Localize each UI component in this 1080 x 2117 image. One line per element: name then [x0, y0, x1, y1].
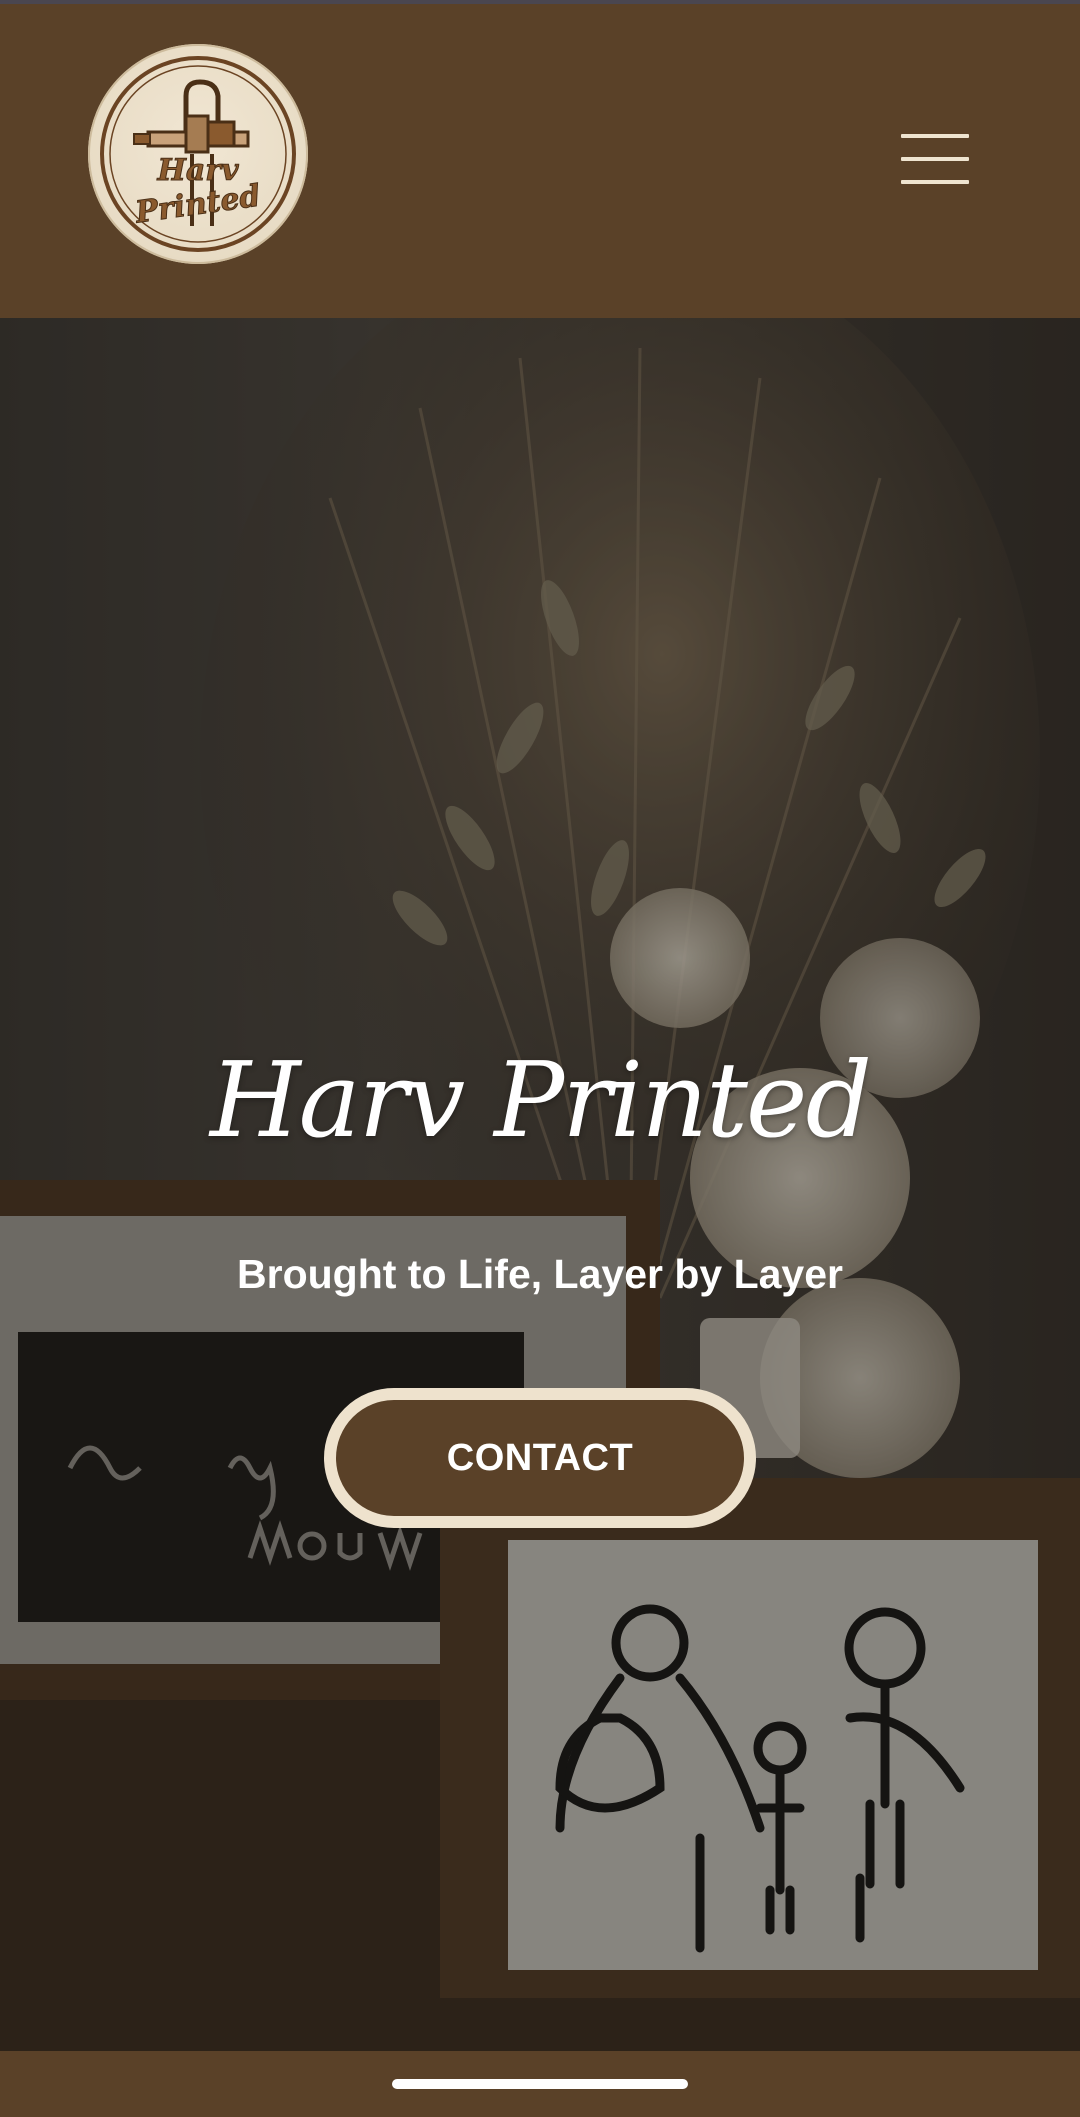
menu-line-top: [901, 134, 969, 138]
navigation-bar: [0, 2051, 1080, 2117]
contact-button[interactable]: CONTACT: [324, 1388, 756, 1528]
site-header: Harv Printed: [0, 4, 1080, 318]
home-indicator[interactable]: [392, 2079, 688, 2089]
hamburger-menu-icon[interactable]: [894, 130, 974, 190]
hero-title: Harv Printed: [209, 1039, 872, 1161]
menu-line-middle: [901, 157, 969, 161]
hero-overlay: [0, 318, 1080, 2051]
hero-section: Harv Printed Brought to Life, Layer by L…: [0, 318, 1080, 2051]
menu-line-bottom: [901, 180, 969, 184]
brand-logo[interactable]: Harv Printed: [88, 44, 308, 264]
hero-subtitle: Brought to Life, Layer by Layer: [237, 1251, 843, 1297]
